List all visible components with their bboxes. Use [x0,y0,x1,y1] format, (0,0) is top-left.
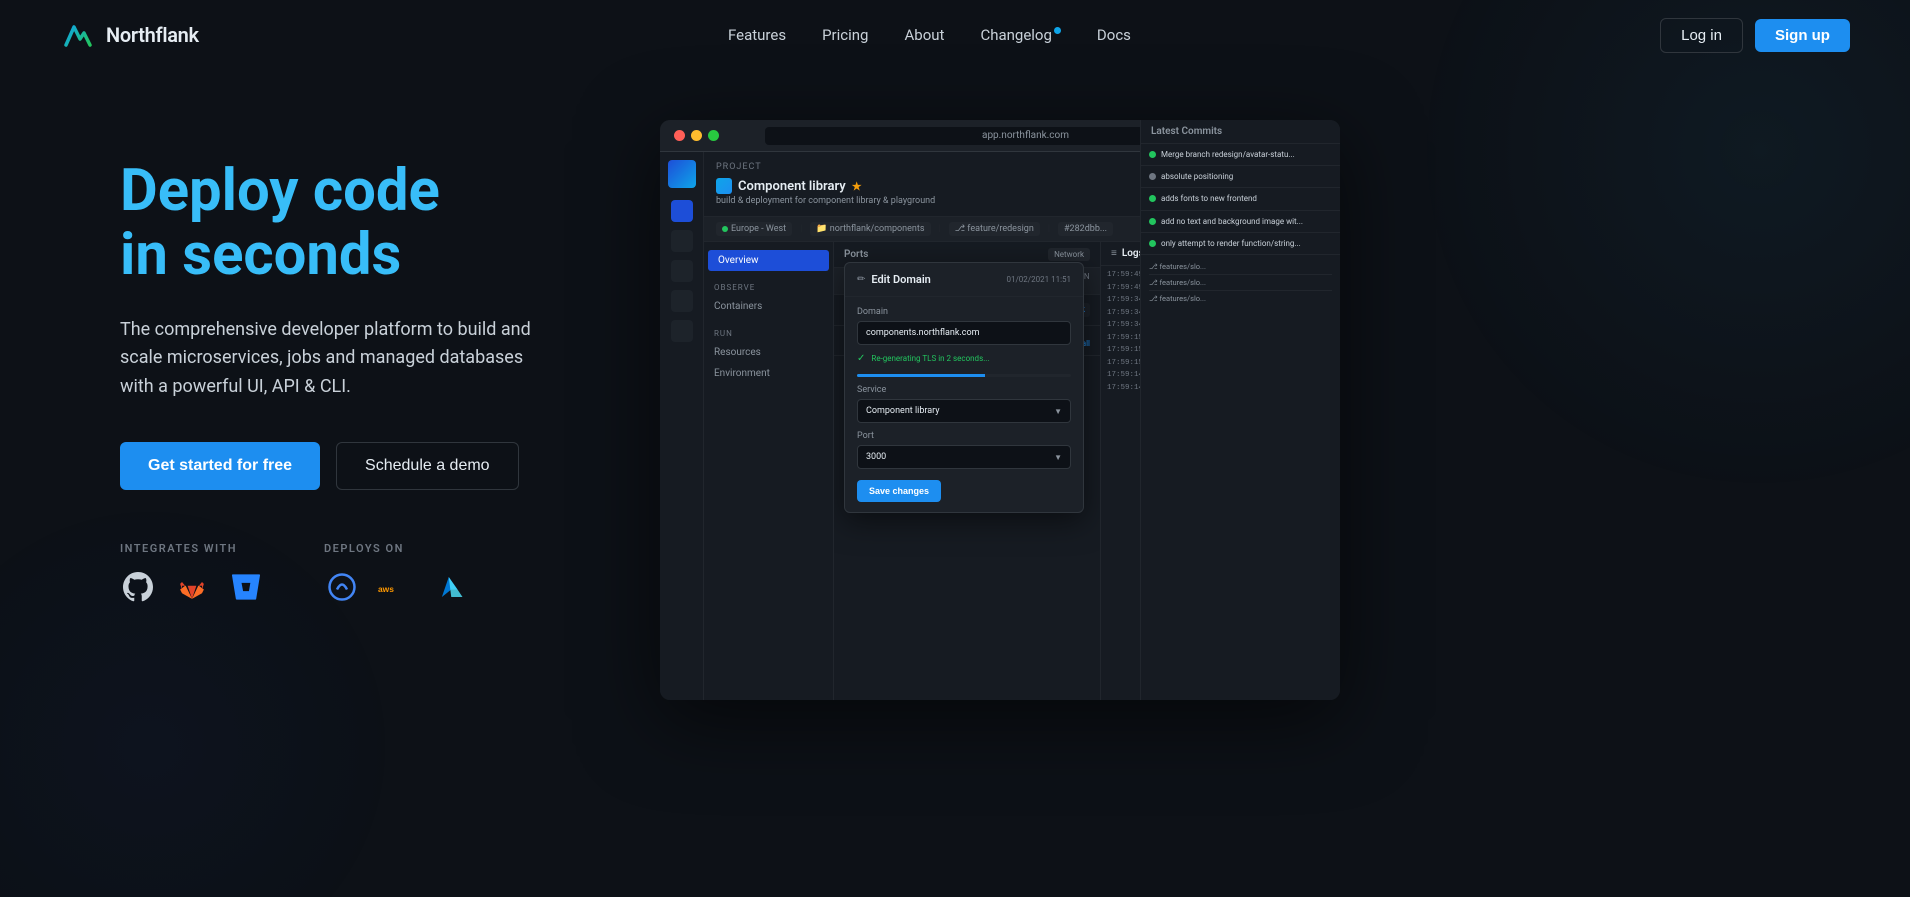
github-icon [120,569,156,605]
dropdown-arrow: ▼ [1054,407,1062,416]
commits-panel: Latest Commits Merge branch redesign/ava… [1140,242,1340,700]
project-icon [716,178,732,194]
app-screenshot: app.northflank.com PROJECT [660,120,1340,700]
left-nav-observe: OBSERVE Containers [704,279,833,325]
branch-item: ⎇ features/slo... [1149,275,1332,291]
nav-resources[interactable]: Resources [704,342,833,363]
logo-link[interactable]: Northflank [60,17,199,53]
changelog-dot [1054,27,1061,34]
integrations-section: Integrates with [120,542,600,605]
commit-msg: only attempt to render function/string..… [1161,242,1301,249]
regen-text: Re-generating TLS in 2 seconds... [871,354,989,363]
nav-actions: Log in Sign up [1660,18,1850,53]
logs-icon: ≡ [1111,248,1117,259]
branch-item: ⎇ features/slo... [1149,291,1332,306]
aws-icon: aws [378,569,414,605]
left-nav-overview: Overview [704,250,833,279]
nav-changelog[interactable]: Changelog [980,26,1060,44]
region-tag: Europe - West [716,222,792,236]
repo-tag: 📁 northflank/components [810,222,930,236]
nav-about[interactable]: About [904,26,944,44]
branch-item: ⎇ features/slo... [1149,259,1332,275]
integrates-icons [120,569,264,605]
gcp-icon [324,569,360,605]
sidebar-icon-settings [671,230,693,252]
left-nav: Overview OBSERVE Containers RUN Resource… [704,242,834,700]
observe-label: OBSERVE [704,279,833,296]
svg-text:aws: aws [378,584,394,594]
regen-progress [857,374,1071,377]
modal-body: Domain components.northflank.com ✓ Re-ge… [845,297,1083,512]
left-nav-run: RUN Resources Environment [704,325,833,392]
nav-overview[interactable]: Overview [708,250,829,271]
service-label: Service [857,385,1071,395]
integrates-with: Integrates with [120,542,264,605]
app-sidebar [660,152,704,700]
logo-icon [60,17,96,53]
hero-screenshot: app.northflank.com PROJECT [660,120,1790,700]
commit-tag: #282dbb... [1058,222,1113,236]
deploys-label: Deploys on [324,542,468,555]
modal-timestamp: 01/02/2021 11:51 [1007,275,1071,284]
sidebar-icon-more [671,320,693,342]
status-dot [722,226,728,232]
panels-area: Overview OBSERVE Containers RUN Resource… [704,242,1340,700]
sidebar-icon-home [671,200,693,222]
nav-features[interactable]: Features [728,26,786,44]
network-button[interactable]: Network [1048,248,1090,261]
navbar: Northflank Features Pricing About Change… [0,0,1910,70]
integrates-label: Integrates with [120,542,264,555]
window-close-dot [674,130,685,141]
window-maximize-dot [708,130,719,141]
logo-text: Northflank [106,23,199,47]
check-icon: ✓ [857,353,865,364]
nav-links: Features Pricing About Changelog Docs [728,26,1131,44]
domain-input[interactable]: components.northflank.com [857,321,1071,345]
port-label: Port [857,431,1071,441]
signup-button[interactable]: Sign up [1755,19,1850,52]
port-dropdown[interactable]: 3000 ▼ [857,445,1071,469]
edit-domain-modal: ✏ Edit Domain 01/02/2021 11:51 Domain co… [844,262,1084,513]
port-dropdown-arrow: ▼ [1054,453,1062,462]
bitbucket-icon [228,569,264,605]
service-dropdown[interactable]: Component library ▼ [857,399,1071,423]
login-button[interactable]: Log in [1660,18,1743,53]
gitlab-icon [174,569,210,605]
modal-title: Edit Domain [871,273,930,286]
run-label: RUN [704,325,833,342]
sidebar-icon-lock [671,290,693,312]
hero-buttons: Get started for free Schedule a demo [120,442,600,490]
hero-subtitle: The comprehensive developer platform to … [120,316,540,402]
save-changes-button[interactable]: Save changes [857,480,941,502]
window-minimize-dot [691,130,702,141]
modal-header: ✏ Edit Domain 01/02/2021 11:51 [845,263,1083,297]
app-main-content: PROJECT Component library ★ build & depl… [704,152,1340,700]
deploys-icons: aws [324,569,468,605]
schedule-demo-button[interactable]: Schedule a demo [336,442,519,490]
regen-bar: ✓ Re-generating TLS in 2 seconds... [857,353,1071,364]
ports-title: Ports [844,249,868,260]
domain-label: Domain [857,307,1071,317]
sidebar-avatar [668,160,696,188]
nav-docs[interactable]: Docs [1097,26,1131,44]
branch-tag: ⎇ feature/redesign [949,222,1040,236]
nav-environment[interactable]: Environment [704,363,833,384]
get-started-button[interactable]: Get started for free [120,442,320,490]
star-icon: ★ [852,180,862,193]
edit-icon: ✏ [857,274,865,285]
sidebar-icon-activity [671,260,693,282]
nav-containers[interactable]: Containers [704,296,833,317]
hero-section: Deploy code in seconds The comprehensive… [0,70,1910,700]
azure-icon [432,569,468,605]
commit-dot [1149,242,1156,247]
regen-progress-fill [857,374,985,377]
hero-title: Deploy code in seconds [120,160,600,288]
deploys-on: Deploys on aws [324,542,468,605]
app-layout: PROJECT Component library ★ build & depl… [660,152,1340,700]
center-panel: Ports Network Public Name Protocol Port … [834,242,1100,700]
commit-item: only attempt to render function/string..… [1141,242,1340,255]
nav-pricing[interactable]: Pricing [822,26,868,44]
hero-content: Deploy code in seconds The comprehensive… [120,130,600,605]
